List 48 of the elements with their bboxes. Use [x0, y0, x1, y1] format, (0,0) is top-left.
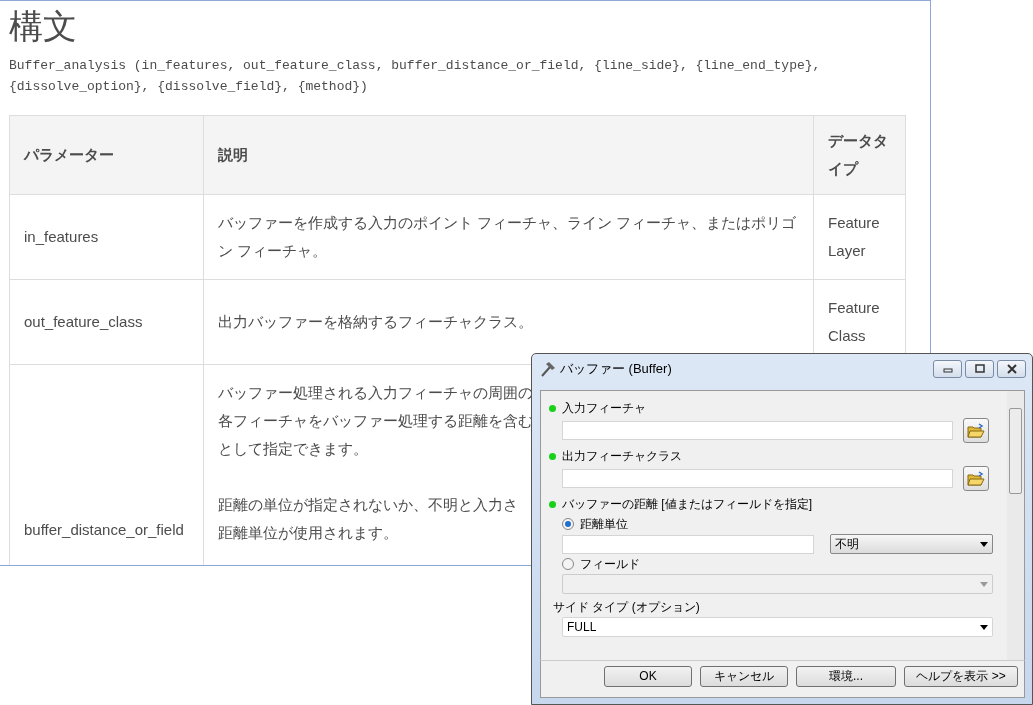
radio-label: 距離単位	[580, 516, 628, 533]
syntax-code: Buffer_analysis (in_features, out_feature_class, buffer_distance_or_field, {line_side}, {line_end_type}, {dissolve_option}, {dissolve_field}, {method})	[9, 57, 822, 96]
dropdown-arrow-icon	[980, 581, 988, 587]
table-cell: in_features	[24, 228, 99, 245]
field-label: 入力フィーチャ	[562, 400, 646, 417]
table-cell: out_feature_class	[24, 313, 143, 330]
field-label: バッファーの距離 [値またはフィールドを指定]	[562, 496, 812, 513]
minimize-button[interactable]	[933, 360, 962, 378]
table-cell-text: 距離単位が使用されます。	[218, 523, 398, 543]
window-title: バッファー (Buffer)	[560, 360, 672, 379]
dropdown-arrow-icon	[980, 624, 988, 630]
column-header: データタイプ	[828, 132, 888, 177]
dialog-button[interactable]: 環境...	[796, 666, 896, 687]
scrollbar[interactable]	[1007, 391, 1024, 660]
page-heading: 構文	[9, 9, 78, 43]
radio-button[interactable]	[562, 518, 574, 530]
radio-button[interactable]	[562, 558, 574, 570]
table-cell: Feature Layer	[828, 214, 880, 259]
table-cell-text: バッファーを作成する入力のポイント フィーチャ、ライン フィーチャ、またはポリゴン フィーチャ。	[218, 213, 798, 261]
browse-button[interactable]	[963, 418, 989, 443]
maximize-button[interactable]	[965, 360, 994, 378]
folder-icon	[967, 470, 985, 487]
table-cell-text: 各フィーチャをバッファー処理する距離を含む	[218, 411, 533, 431]
folder-icon	[967, 422, 985, 439]
browse-button[interactable]	[963, 466, 989, 491]
dropdown[interactable]: 不明	[830, 534, 993, 554]
input-field[interactable]	[562, 421, 953, 440]
close-icon	[1004, 363, 1019, 375]
close-button[interactable]	[997, 360, 1026, 378]
column-header: パラメーター	[24, 146, 114, 163]
input-field[interactable]	[562, 469, 953, 488]
hammer-icon	[540, 361, 556, 377]
dialog-button[interactable]: キャンセル	[700, 666, 788, 687]
table-cell-text: 距離の単位が指定されないか、不明と入力さ	[218, 495, 518, 515]
dialog-button[interactable]: OK	[604, 666, 692, 687]
table-cell-text: 出力バッファーを格納するフィーチャクラス。	[218, 312, 534, 332]
field-label: 出力フィーチャクラス	[562, 448, 682, 465]
field-label: サイド タイプ (オプション)	[553, 599, 700, 616]
radio-label: フィールド	[580, 556, 640, 573]
maximize-icon	[972, 363, 987, 375]
table-cell: buffer_distance_or_field	[24, 520, 184, 538]
dialog-button[interactable]: ヘルプを表示 >>	[904, 666, 1018, 687]
dropdown-arrow-icon	[980, 541, 988, 547]
table-cell-text: として指定できます。	[218, 439, 368, 459]
table-cell: Feature Class	[828, 299, 880, 344]
column-header: 説明	[218, 146, 248, 163]
input-field[interactable]	[562, 534, 814, 554]
dropdown[interactable]: FULL	[562, 617, 993, 637]
